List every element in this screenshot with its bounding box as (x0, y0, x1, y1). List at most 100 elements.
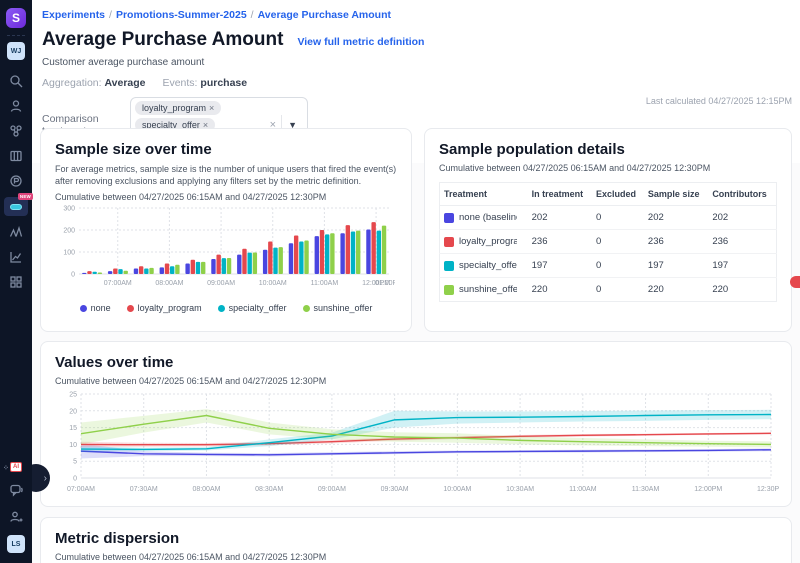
legend-label: none (91, 303, 111, 313)
svg-text:100: 100 (63, 250, 75, 257)
remove-chip-icon[interactable]: × (209, 103, 214, 113)
svg-text:09:00AM: 09:00AM (318, 486, 346, 493)
svg-text:12:00PM: 12:00PM (694, 486, 722, 493)
svg-text:10: 10 (69, 442, 77, 449)
population-card: Sample population details Cumulative bet… (424, 128, 792, 332)
gates-icon[interactable] (7, 122, 25, 140)
experiments-icon-selected[interactable]: NEW (4, 197, 28, 216)
legend-item: sunshine_offer (303, 303, 373, 313)
table-cell: 220 (708, 278, 776, 302)
sample-size-cumulative: Cumulative between 04/27/2025 06:15AM an… (55, 192, 397, 202)
column-header: Treatment (440, 183, 528, 206)
legend-dot (218, 305, 225, 312)
chart-legend: none loyalty_program specialty_offer sunshi… (55, 303, 397, 313)
sidebar: S WJ NEW (0, 0, 32, 563)
metrics-compare-icon[interactable] (7, 223, 25, 241)
svg-text:07:30AM: 07:30AM (130, 486, 158, 493)
treatment-name: sunshine_offer (459, 284, 517, 295)
table-cell: 197 (708, 254, 776, 278)
svg-text:07:00AM: 07:00AM (104, 280, 132, 287)
treatment-color-swatch (444, 237, 454, 247)
svg-text:15: 15 (69, 425, 77, 432)
svg-text:5: 5 (73, 459, 77, 466)
users-icon[interactable] (7, 97, 25, 115)
table-cell: 202 (708, 206, 776, 230)
breadcrumb-experiments[interactable]: Experiments (42, 9, 105, 21)
breadcrumb-metric-name[interactable]: Average Purchase Amount (258, 9, 391, 21)
chevron-right-icon: › (44, 473, 47, 484)
table-cell: 0 (592, 278, 644, 302)
support-chat-icon[interactable] (7, 481, 25, 499)
legend-dot (127, 305, 134, 312)
population-title: Sample population details (439, 141, 777, 158)
table-row: none (baseline)2020202202 (440, 206, 777, 230)
table-cell: 220 (528, 278, 592, 302)
sample-size-description: For average metrics, sample size is the … (55, 163, 397, 187)
sample-size-bar-chart: 010020030007:00AM08:00AM09:00AM10:00AM11… (55, 202, 395, 294)
table-cell: 202 (528, 206, 592, 230)
breadcrumb-experiment-name[interactable]: Promotions-Summer-2025 (116, 9, 247, 21)
table-cell: 236 (708, 230, 776, 254)
metric-subtitle: Customer average purchase amount (42, 57, 792, 68)
invite-user-icon[interactable] (7, 508, 25, 526)
legend-dot (303, 305, 310, 312)
values-over-time-card: Values over time Cumulative between 04/2… (40, 341, 792, 507)
breadcrumb: Experiments/Promotions-Summer-2025/Avera… (42, 9, 792, 21)
treatment-name: none (baseline) (459, 212, 517, 223)
app-window: S WJ NEW (0, 0, 800, 563)
table-cell: 236 (528, 230, 592, 254)
sample-size-title: Sample size over time (55, 141, 397, 158)
ai-assistant-icon[interactable]: ⁘AI (10, 462, 22, 472)
legend-item: loyalty_program (127, 303, 202, 313)
dashboards-grid-icon[interactable] (7, 273, 25, 291)
statsig-logo-icon[interactable]: S (6, 8, 26, 28)
svg-text:10:30AM: 10:30AM (506, 486, 534, 493)
table-cell: 220 (644, 278, 708, 302)
column-header: In treatment (528, 183, 592, 206)
svg-text:0: 0 (71, 272, 75, 279)
legend-label: loyalty_program (138, 303, 202, 313)
treatment-chip[interactable]: loyalty_program× (135, 101, 221, 115)
sidebar-divider (7, 35, 25, 36)
svg-text:01:00PM: 01:00PM (375, 280, 395, 287)
insights-chart-icon[interactable] (7, 248, 25, 266)
table-cell: 0 (592, 254, 644, 278)
experiment-glyph (10, 204, 22, 210)
svg-text:09:30AM: 09:30AM (381, 486, 409, 493)
search-icon[interactable] (7, 72, 25, 90)
treatment-color-swatch (444, 261, 454, 271)
aggregation-row: Aggregation: Average Events: purchase (42, 77, 792, 89)
values-cumulative: Cumulative between 04/27/2025 06:15AM an… (55, 376, 777, 386)
sparkle-icon: ⁘ (3, 464, 9, 472)
notification-dot[interactable] (790, 276, 800, 288)
table-cell: 197 (644, 254, 708, 278)
legend-dot (80, 305, 87, 312)
svg-text:10:00AM: 10:00AM (259, 280, 287, 287)
user-avatar[interactable]: LS (7, 535, 25, 553)
table-row: sunshine_offer2200220220 (440, 278, 777, 302)
table-row: specialty_offer1970197197 (440, 254, 777, 278)
legend-item: specialty_offer (218, 303, 287, 313)
last-calculated-label: Last calculated 04/27/2025 12:15PM (646, 96, 792, 106)
legend-label: sunshine_offer (314, 303, 373, 313)
new-badge: NEW (18, 193, 33, 200)
legend-label: specialty_offer (229, 303, 287, 313)
treatment-color-swatch (444, 213, 454, 223)
sample-size-card: Sample size over time For average metric… (40, 128, 412, 332)
table-cell: 0 (592, 206, 644, 230)
events-value: purchase (200, 77, 247, 89)
aggregation-value: Average (104, 77, 145, 89)
column-header: Sample size (644, 183, 708, 206)
table-cell: 202 (644, 206, 708, 230)
svg-text:11:00AM: 11:00AM (569, 486, 597, 493)
svg-text:09:00AM: 09:00AM (207, 280, 235, 287)
pulse-icon[interactable] (7, 172, 25, 190)
columns-icon[interactable] (7, 147, 25, 165)
values-title: Values over time (55, 354, 777, 371)
workspace-avatar[interactable]: WJ (7, 42, 25, 60)
svg-text:300: 300 (63, 206, 75, 213)
svg-text:08:00AM: 08:00AM (192, 486, 220, 493)
svg-text:10:00AM: 10:00AM (443, 486, 471, 493)
view-metric-definition-link[interactable]: View full metric definition (297, 36, 424, 48)
table-cell: 0 (592, 230, 644, 254)
